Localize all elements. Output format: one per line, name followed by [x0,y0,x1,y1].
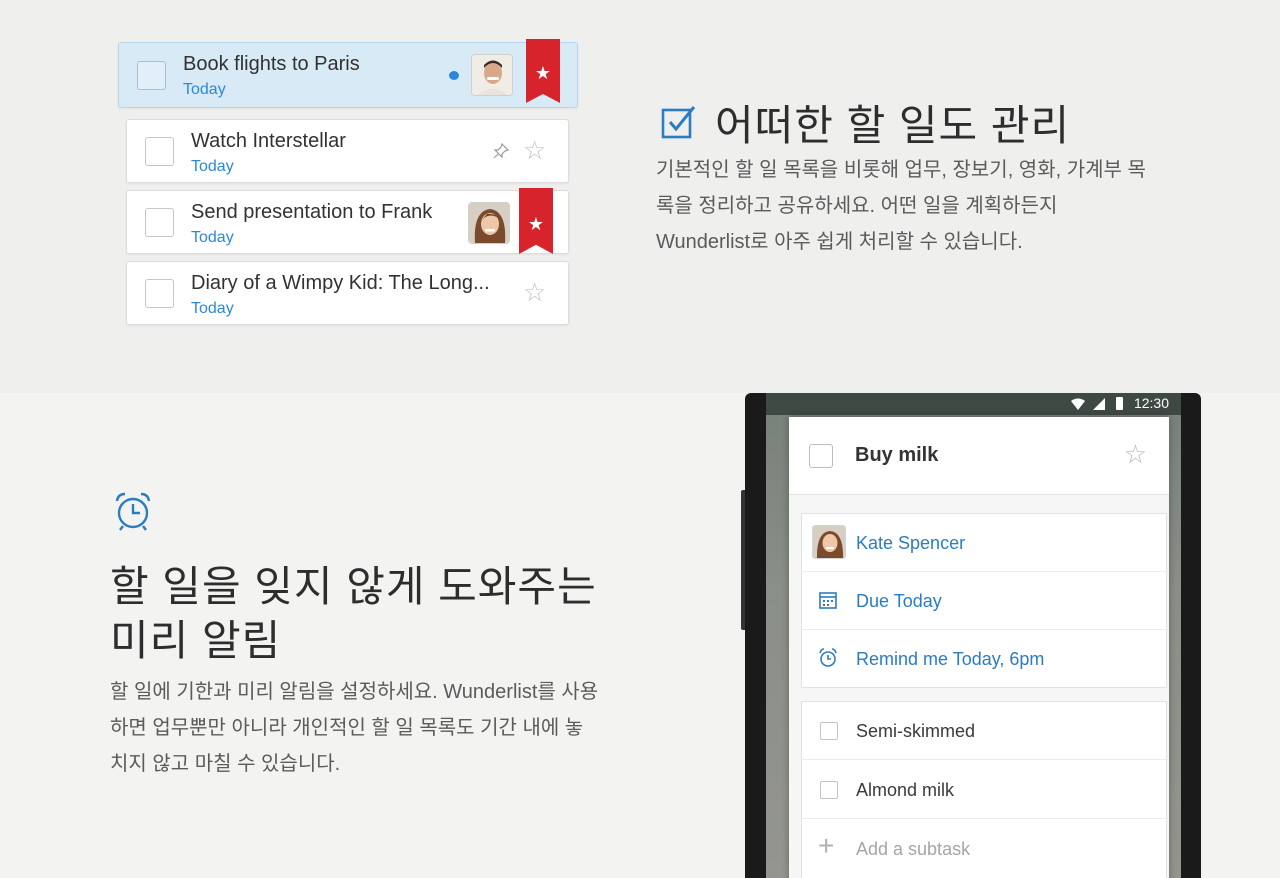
wifi-icon [1071,398,1085,410]
description-line: 할 일에 기한과 미리 알림을 설정하세요. Wunderlist를 사용 [110,681,599,703]
description-line: 록을 정리하고 공유하세요. 어떤 일을 계획하든지 [656,195,1058,217]
pin-icon [493,143,509,159]
task-title[interactable]: Buy milk [855,444,938,467]
task-row[interactable]: Send presentation to Frank Today [126,190,569,254]
subtasks-card: Semi-skimmed Almond milk + Add a subtask [801,701,1168,878]
task-checkbox[interactable] [145,208,174,237]
due-date-row[interactable]: Due Today [802,572,1168,630]
reminder-label: Remind me Today, 6pm [856,649,1045,669]
calendar-icon [819,592,837,609]
task-title: Send presentation to Frank [191,201,433,223]
phone-screen: 12:30 Buy milk ☆ Kate Spencer Due Today … [766,393,1181,878]
comment-icon [449,71,459,80]
avatar [812,525,846,559]
task-due-date: Today [183,81,226,98]
status-time: 12:30 [1133,395,1169,411]
task-due-date: Today [191,158,234,175]
status-bar: 12:30 [766,393,1181,415]
subtask-checkbox[interactable] [820,722,838,740]
add-subtask-row[interactable]: + Add a subtask [802,820,1168,878]
assignee-name: Kate Spencer [856,533,966,553]
signal-icon [1093,398,1105,410]
task-checkbox[interactable] [145,137,174,166]
task-due-date: Today [191,300,234,317]
task-checkbox[interactable] [145,279,174,308]
task-title: Diary of a Wimpy Kid: The Long... [191,272,490,294]
subtask-row[interactable]: Almond milk [802,761,1168,819]
checkbox-icon [661,106,696,139]
task-detail-panel: Buy milk ☆ Kate Spencer Due Today Remind… [789,417,1169,878]
alarm-clock-icon [819,648,837,667]
task-due-date: Today [191,229,234,246]
avatar [468,202,510,244]
assignee-row[interactable]: Kate Spencer [802,514,1168,572]
battery-icon [1116,397,1123,410]
feature-heading: 어떠한 할 일도 관리 [715,102,1071,149]
subtask-checkbox[interactable] [820,781,838,799]
plus-icon: + [818,830,835,861]
due-date-label: Due Today [856,591,942,611]
detail-header: Buy milk ☆ [789,417,1169,495]
feature-description: 할 일에 기한과 미리 알림을 설정하세요. Wunderlist를 사용 하면… [110,674,598,782]
description-line: Wunderlist로 아주 쉽게 처리할 수 있습니다. [656,231,1023,253]
heading-line: 미리 알림 [110,617,282,664]
subtask-label: Semi-skimmed [856,721,976,741]
description-line: 기본적인 할 일 목록을 비롯해 업무, 장보기, 영화, 가계부 목 [656,159,1146,181]
starred-ribbon-icon[interactable]: ★ [526,39,560,103]
starred-ribbon-icon[interactable]: ★ [519,188,553,254]
task-row[interactable]: Diary of a Wimpy Kid: The Long... Today … [126,261,569,325]
task-title: Watch Interstellar [191,130,346,152]
task-row[interactable]: Watch Interstellar Today ☆ [126,119,569,183]
description-line: 하면 업무뿐만 아니라 개인적인 할 일 목록도 기간 내에 놓 [110,717,584,739]
star-icon[interactable]: ☆ [523,279,546,305]
description-line: 치지 않고 마칠 수 있습니다. [110,753,341,775]
star-icon[interactable]: ☆ [1124,439,1147,470]
heading-line: 할 일을 잊지 않게 도와주는 [110,563,597,610]
reminder-row[interactable]: Remind me Today, 6pm [802,630,1168,688]
feature-heading: 할 일을 잊지 않게 도와주는 미리 알림 [110,560,597,668]
task-meta-card: Kate Spencer Due Today Remind me Today, … [801,513,1168,688]
task-title: Book flights to Paris [183,53,360,75]
task-checkbox[interactable] [137,61,166,90]
task-checkbox[interactable] [809,444,833,468]
subtask-row[interactable]: Semi-skimmed [802,702,1168,760]
subtask-label: Almond milk [856,780,955,800]
task-row[interactable]: Book flights to Paris Today [118,42,578,108]
avatar [471,54,513,96]
add-subtask-input[interactable]: Add a subtask [856,839,970,860]
feature-description: 기본적인 할 일 목록을 비롯해 업무, 장보기, 영화, 가계부 목 록을 정… [656,152,1146,260]
star-icon[interactable]: ☆ [523,137,546,163]
alarm-clock-icon [115,492,151,531]
